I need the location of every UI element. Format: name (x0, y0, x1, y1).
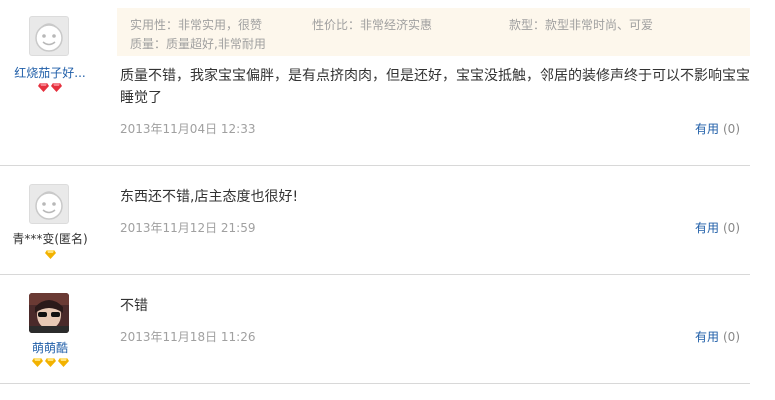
tag-style: 款型：款型非常时尚、可爱 (509, 18, 654, 32)
useful-vote: 有用 (0) (695, 219, 740, 236)
review-item: 青***变(匿名) 东西还不错,店主态度也很好! 2013年11月12日 21:… (0, 166, 750, 275)
useful-vote: 有用 (0) (695, 328, 740, 345)
username: 青***变(匿名) (12, 232, 88, 246)
useful-vote: 有用 (0) (695, 120, 740, 137)
default-avatar-icon[interactable] (29, 184, 69, 224)
default-avatar-icon[interactable] (29, 16, 69, 56)
diamond-icon (51, 82, 62, 92)
buyer-level-badges (0, 357, 100, 367)
gold-diamond-icon (57, 357, 69, 367)
tag-quality: 质量：质量超好,非常耐用 (130, 37, 266, 51)
review-item: 萌萌酷 不错 2013年11月18日 11:26 有用 (0) (0, 275, 750, 384)
tag-practicality: 实用性：非常实用，很赞 (130, 18, 263, 32)
gold-diamond-icon (44, 357, 56, 367)
username[interactable]: 红烧茄子好... (0, 64, 100, 81)
review-item: 红烧茄子好... 实用性：非常实用，很赞 性价比：非常经济实惠 款型：款型非常时… (0, 0, 750, 166)
buyer-level-badges (0, 82, 100, 92)
useful-count: (0) (723, 221, 740, 235)
buyer-level-badges (0, 249, 100, 259)
useful-count: (0) (723, 330, 740, 344)
review-date: 2013年11月18日 11:26 (120, 330, 256, 344)
useful-button[interactable]: 有用 (695, 122, 719, 136)
review-date: 2013年11月12日 21:59 (120, 221, 256, 235)
photo-avatar[interactable] (29, 293, 69, 333)
tag-value: 性价比：非常经济实惠 (312, 18, 433, 32)
gold-diamond-icon (44, 249, 56, 259)
review-content: 东西还不错,店主态度也很好! (120, 189, 299, 205)
useful-button[interactable]: 有用 (695, 221, 719, 235)
useful-count: (0) (723, 122, 740, 136)
review-tags: 实用性：非常实用，很赞 性价比：非常经济实惠 款型：款型非常时尚、可爱 质量：质… (117, 8, 750, 56)
username[interactable]: 萌萌酷 (0, 339, 100, 356)
useful-button[interactable]: 有用 (695, 330, 719, 344)
gold-diamond-icon (31, 357, 43, 367)
review-date: 2013年11月04日 12:33 (120, 122, 256, 136)
diamond-icon (38, 82, 49, 92)
review-content: 不错 (120, 298, 148, 314)
review-content: 质量不错，我家宝宝偏胖，是有点挤肉肉，但是还好，宝宝没抵触，邻居的装修声终于可以… (120, 68, 750, 106)
